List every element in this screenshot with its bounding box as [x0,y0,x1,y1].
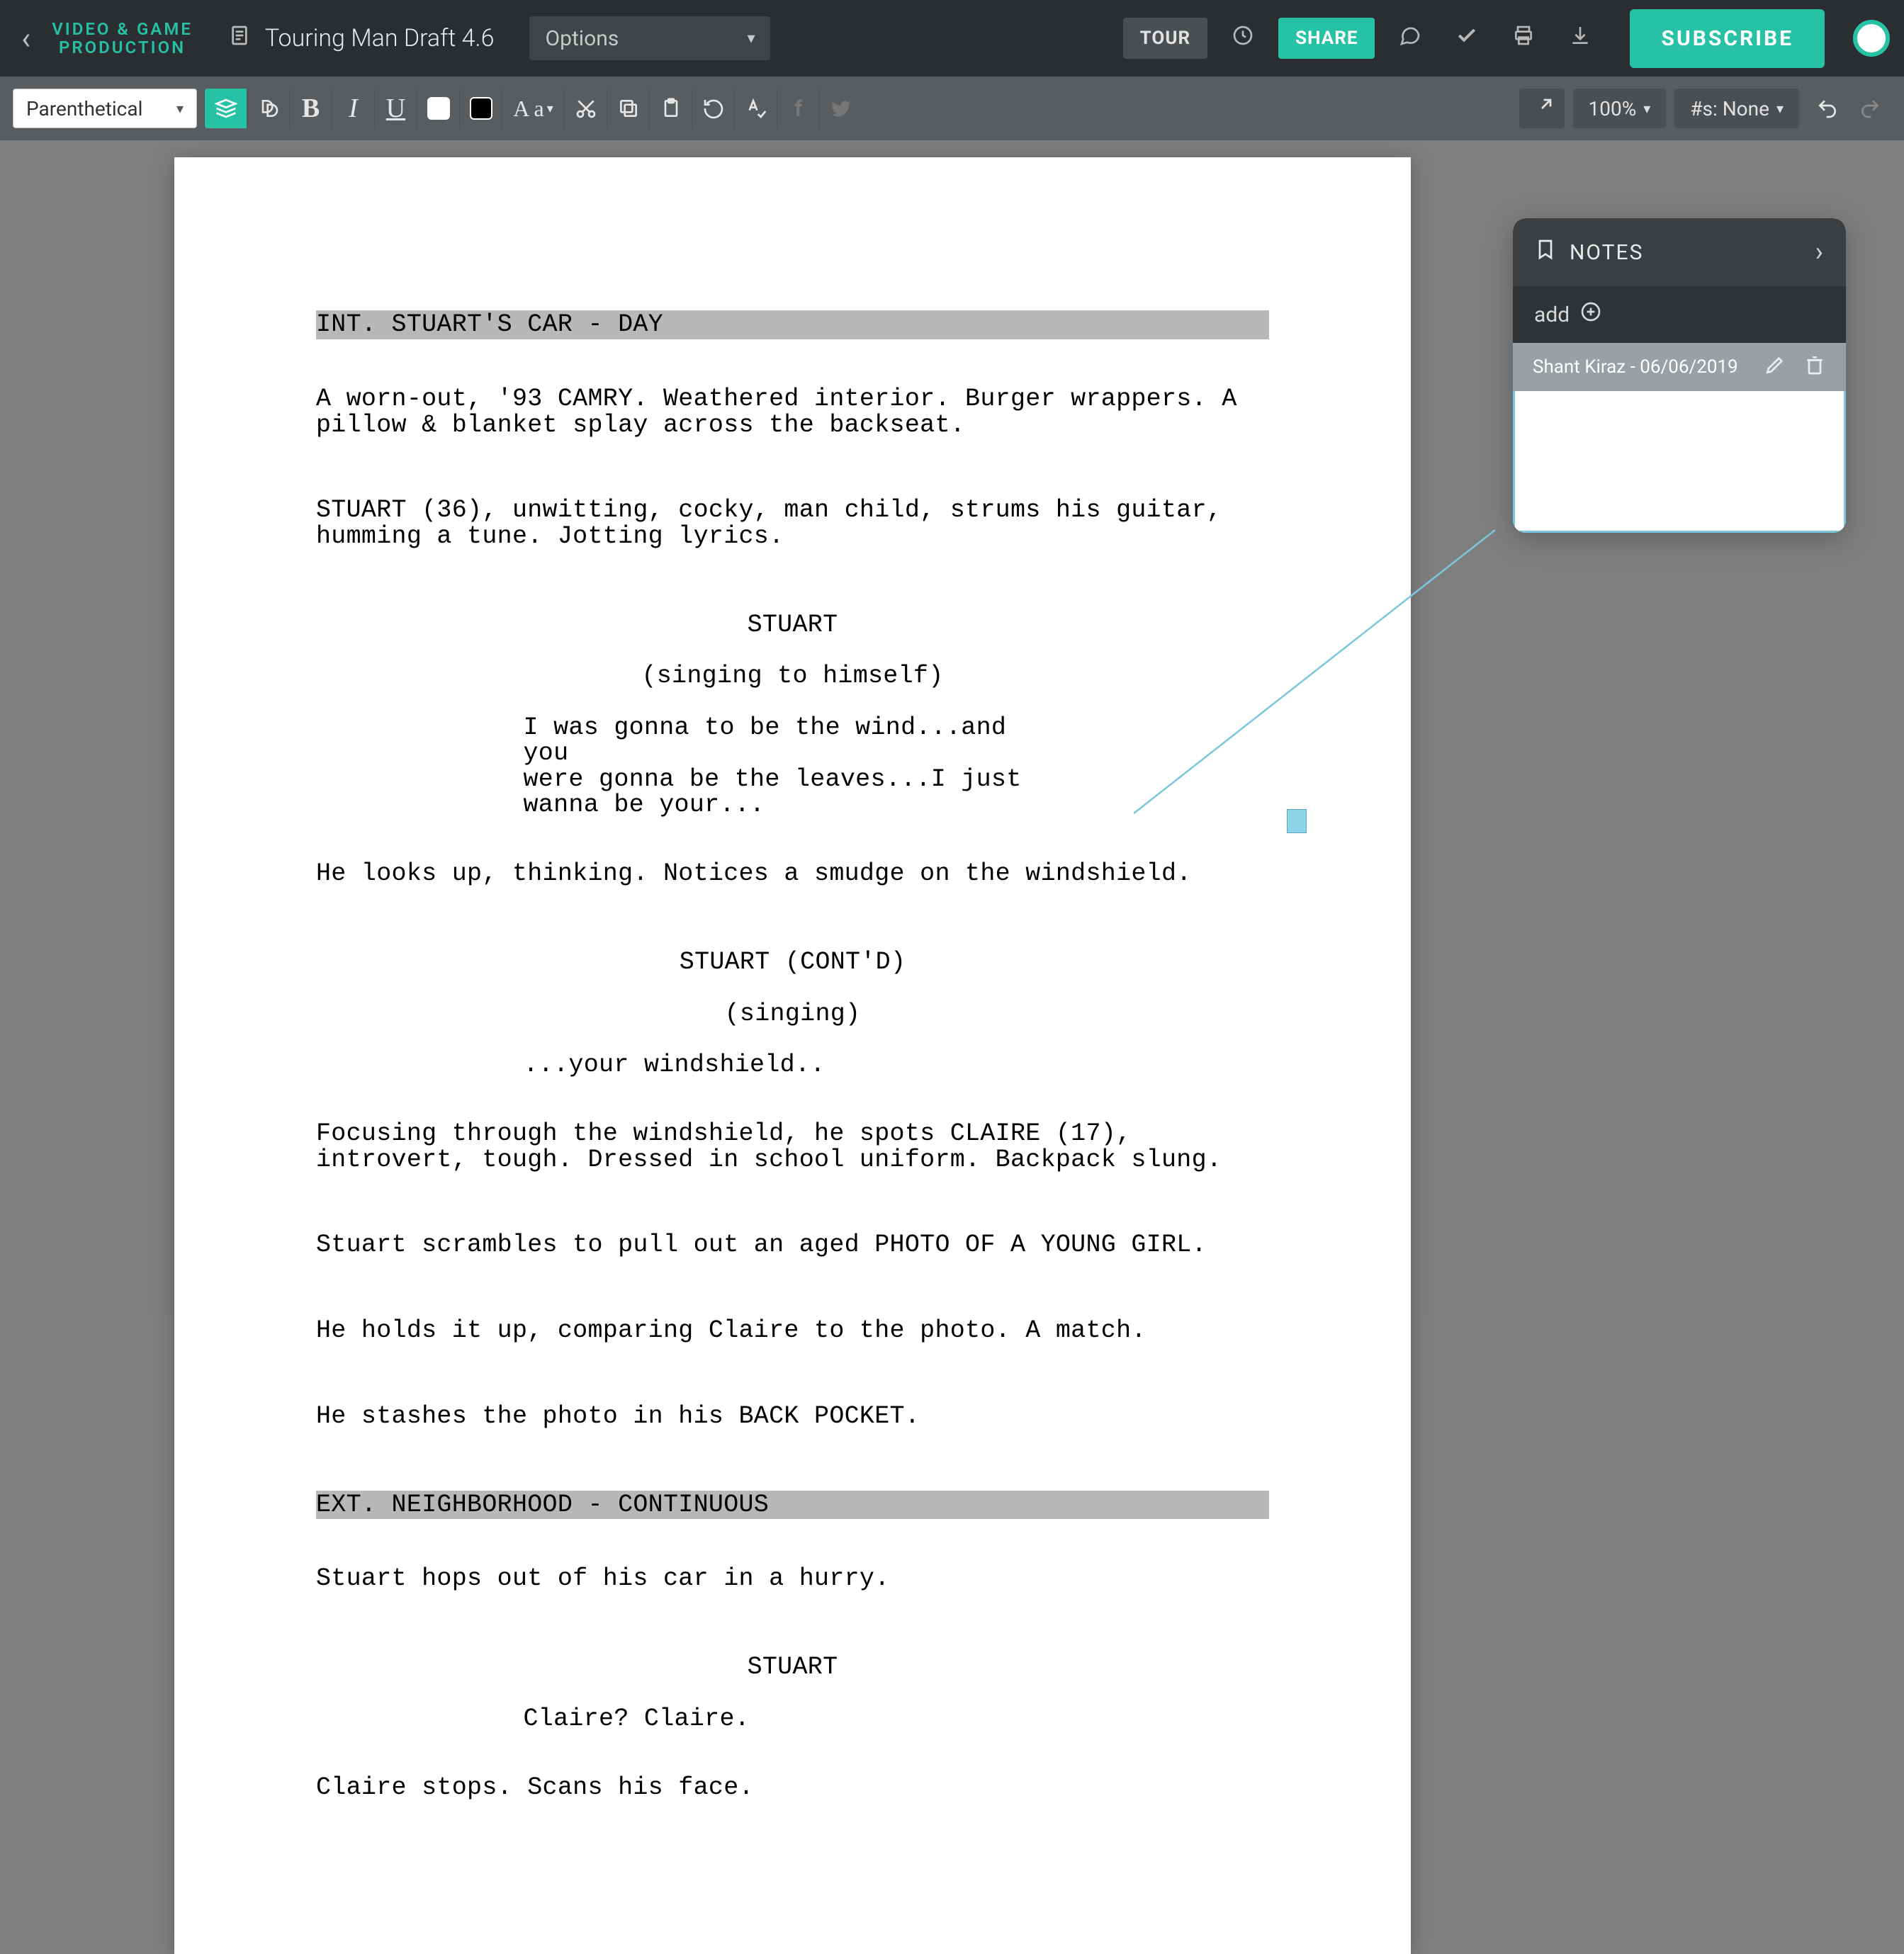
options-label: Options [545,26,619,51]
action-block[interactable]: He holds it up, comparing Claire to the … [316,1318,1269,1343]
script-page[interactable]: INT. STUART'S CAR - DAY A worn-out, '93 … [174,157,1411,1954]
note-body-input[interactable] [1513,391,1846,533]
zoom-select[interactable]: 100% ▾ [1573,89,1667,128]
chevron-down-icon: ▾ [1643,100,1650,117]
brand-line2: PRODUCTION [52,38,193,57]
parenthetical[interactable]: (singing to himself) [316,663,1269,689]
character-cue[interactable]: STUART (CONT'D) [316,949,1269,975]
action-block[interactable]: He stashes the photo in his BACK POCKET. [316,1404,1269,1429]
edit-note-icon[interactable] [1764,354,1786,381]
share-button[interactable]: SHARE [1278,18,1375,59]
scene-heading[interactable]: EXT. NEIGHBORHOOD - CONTINUOUS [316,1491,1269,1519]
note-anchor-marker[interactable] [1287,809,1307,833]
spellcheck-icon[interactable] [734,89,777,128]
options-dropdown[interactable]: Options ▾ [529,16,770,60]
numbering-value: #s: None [1690,97,1769,120]
dialogue-block[interactable]: ...your windshield.. [524,1052,1062,1078]
add-note-button[interactable]: add [1513,286,1846,343]
undo-button[interactable] [1806,89,1849,128]
action-block[interactable]: Focusing through the windshield, he spot… [316,1121,1269,1173]
brand-label[interactable]: VIDEO & GAME PRODUCTION [52,20,193,57]
dialogue-block[interactable]: I was gonna to be the wind...and you wer… [524,715,1062,818]
action-block[interactable]: A worn-out, '93 CAMRY. Weathered interio… [316,386,1269,438]
italic-button[interactable]: I [332,89,374,128]
top-bar: ‹ VIDEO & GAME PRODUCTION Touring Man Dr… [0,0,1904,77]
copy-icon[interactable] [607,89,649,128]
underline-button[interactable]: U [374,89,417,128]
character-cue[interactable]: STUART [316,1654,1269,1680]
action-block[interactable]: Stuart scrambles to pull out an aged PHO… [316,1232,1269,1258]
bold-button[interactable]: B [289,89,332,128]
fullscreen-button[interactable] [1519,89,1565,128]
document-icon [228,24,251,53]
notes-title: NOTES [1570,240,1643,265]
facebook-icon[interactable]: f [777,89,819,128]
zoom-value: 100% [1589,97,1637,120]
scene-heading[interactable]: INT. STUART'S CAR - DAY [316,310,1269,339]
subscribe-button[interactable]: SUBSCRIBE [1630,9,1825,68]
plus-circle-icon [1579,300,1602,329]
format-toolbar: Parenthetical ▾ B I U A a ▾ f 100% ▾ [0,77,1904,140]
text-case-button[interactable]: A a ▾ [502,89,564,128]
notes-panel: NOTES › add Shant Kiraz - 06/06/2019 [1513,218,1846,533]
tag-icon[interactable] [204,89,247,128]
chevron-down-icon: ▾ [747,30,755,47]
highlight-color-button[interactable] [417,89,459,128]
element-type-select[interactable]: Parenthetical ▾ [13,89,197,128]
paste-icon[interactable] [649,89,692,128]
dialogue-block[interactable]: Claire? Claire. [524,1706,1062,1732]
dual-d-icon[interactable] [247,89,289,128]
add-label: add [1534,303,1570,327]
action-block[interactable]: Stuart hops out of his car in a hurry. [316,1566,1269,1591]
chevron-right-icon[interactable]: › [1815,237,1825,268]
find-replace-icon[interactable] [692,89,734,128]
print-icon[interactable] [1502,24,1545,52]
editor-area: INT. STUART'S CAR - DAY A worn-out, '93 … [0,140,1904,1314]
character-cue[interactable]: STUART [316,612,1269,638]
note-author-date: Shant Kiraz - 06/06/2019 [1533,356,1738,378]
avatar[interactable] [1853,20,1890,57]
redo-button[interactable] [1849,89,1891,128]
element-type-label: Parenthetical [26,97,142,120]
action-block[interactable]: Claire stops. Scans his face. [316,1775,1269,1800]
chevron-down-icon: ▾ [1776,100,1784,117]
parenthetical[interactable]: (singing) [316,1001,1269,1027]
action-block[interactable]: He looks up, thinking. Notices a smudge … [316,861,1269,886]
tour-button[interactable]: TOUR [1123,18,1207,59]
history-icon[interactable] [1222,24,1264,52]
notes-header[interactable]: NOTES › [1513,218,1846,286]
right-toolbar-group: 100% ▾ #s: None ▾ [1511,89,1891,128]
text-color-button[interactable] [459,89,502,128]
back-button[interactable]: ‹ [14,20,38,57]
numbering-select[interactable]: #s: None ▾ [1674,89,1799,128]
action-block[interactable]: STUART (36), unwitting, cocky, man child… [316,497,1269,549]
note-meta-bar: Shant Kiraz - 06/06/2019 [1513,343,1846,391]
chevron-down-icon: ▾ [176,100,184,117]
download-icon[interactable] [1559,24,1601,52]
document-title[interactable]: Touring Man Draft 4.6 [265,24,495,52]
brand-line1: VIDEO & GAME [52,20,193,38]
approve-icon[interactable] [1446,24,1488,52]
cut-icon[interactable] [564,89,607,128]
twitter-icon[interactable] [819,89,862,128]
delete-note-icon[interactable] [1803,354,1826,381]
bookmark-icon [1534,238,1557,266]
comment-icon[interactable] [1389,24,1431,52]
script-content[interactable]: INT. STUART'S CAR - DAY A worn-out, '93 … [316,285,1269,1869]
